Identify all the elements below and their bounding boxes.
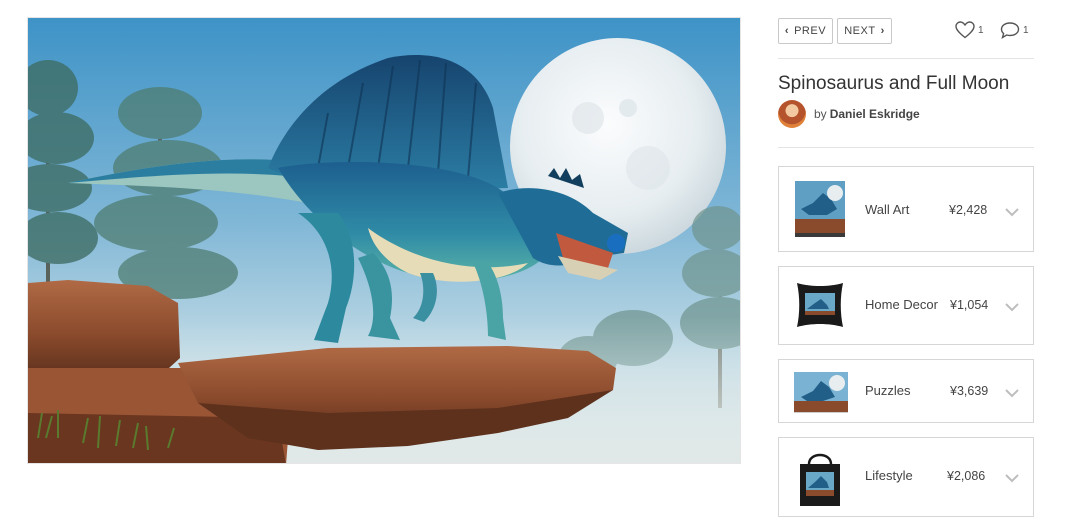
chevron-down-icon[interactable] (1005, 388, 1019, 398)
product-label: Puzzles (865, 383, 911, 398)
next-label: NEXT (844, 25, 876, 37)
product-label: Lifestyle (865, 468, 913, 483)
product-price: ¥2,086 (947, 469, 986, 483)
likes-count: 1 (978, 24, 984, 36)
product-price: ¥1,054 (950, 298, 989, 312)
artist-row[interactable]: by Daniel Eskridge (778, 100, 920, 128)
puzzles-thumbnail (794, 372, 848, 413)
comments-button[interactable]: 1 (1000, 21, 1029, 39)
nav-row: ‹ PREV NEXT › 1 1 (778, 17, 1034, 45)
avatar[interactable] (778, 100, 806, 128)
artwork-image[interactable] (27, 17, 741, 464)
product-card-lifestyle[interactable]: Lifestyle ¥2,086 (778, 437, 1034, 517)
product-card-wall-art[interactable]: Wall Art ¥2,428 (778, 166, 1034, 252)
next-button[interactable]: NEXT › (837, 18, 892, 44)
page-title: Spinosaurus and Full Moon (778, 73, 1010, 94)
comments-count: 1 (1023, 24, 1029, 36)
by-label: by Daniel Eskridge (814, 107, 920, 121)
product-panel: ‹ PREV NEXT › 1 1 Spinosaurus and Full M… (778, 17, 1034, 517)
prev-label: PREV (794, 25, 827, 37)
product-price: ¥3,639 (950, 384, 989, 398)
artist-name[interactable]: Daniel Eskridge (830, 107, 920, 121)
product-label: Wall Art (865, 202, 910, 217)
likes-button[interactable]: 1 (955, 21, 984, 39)
chevron-down-icon[interactable] (1005, 473, 1019, 483)
wall-art-thumbnail (795, 181, 845, 237)
prev-button[interactable]: ‹ PREV (778, 18, 833, 44)
chevron-down-icon[interactable] (1005, 207, 1019, 217)
product-label: Home Decor (865, 297, 938, 312)
home-decor-thumbnail (797, 283, 843, 327)
by-text: by (814, 107, 827, 121)
divider (778, 147, 1034, 148)
product-card-home-decor[interactable]: Home Decor ¥1,054 (778, 266, 1034, 345)
lifestyle-thumbnail (800, 453, 840, 506)
chevron-down-icon[interactable] (1005, 302, 1019, 312)
comment-icon (1000, 22, 1020, 39)
product-price: ¥2,428 (949, 203, 988, 217)
heart-icon (955, 21, 975, 39)
divider (778, 58, 1034, 59)
chevron-right-icon: › (880, 25, 885, 37)
chevron-left-icon: ‹ (784, 25, 790, 37)
product-card-puzzles[interactable]: Puzzles ¥3,639 (778, 359, 1034, 423)
